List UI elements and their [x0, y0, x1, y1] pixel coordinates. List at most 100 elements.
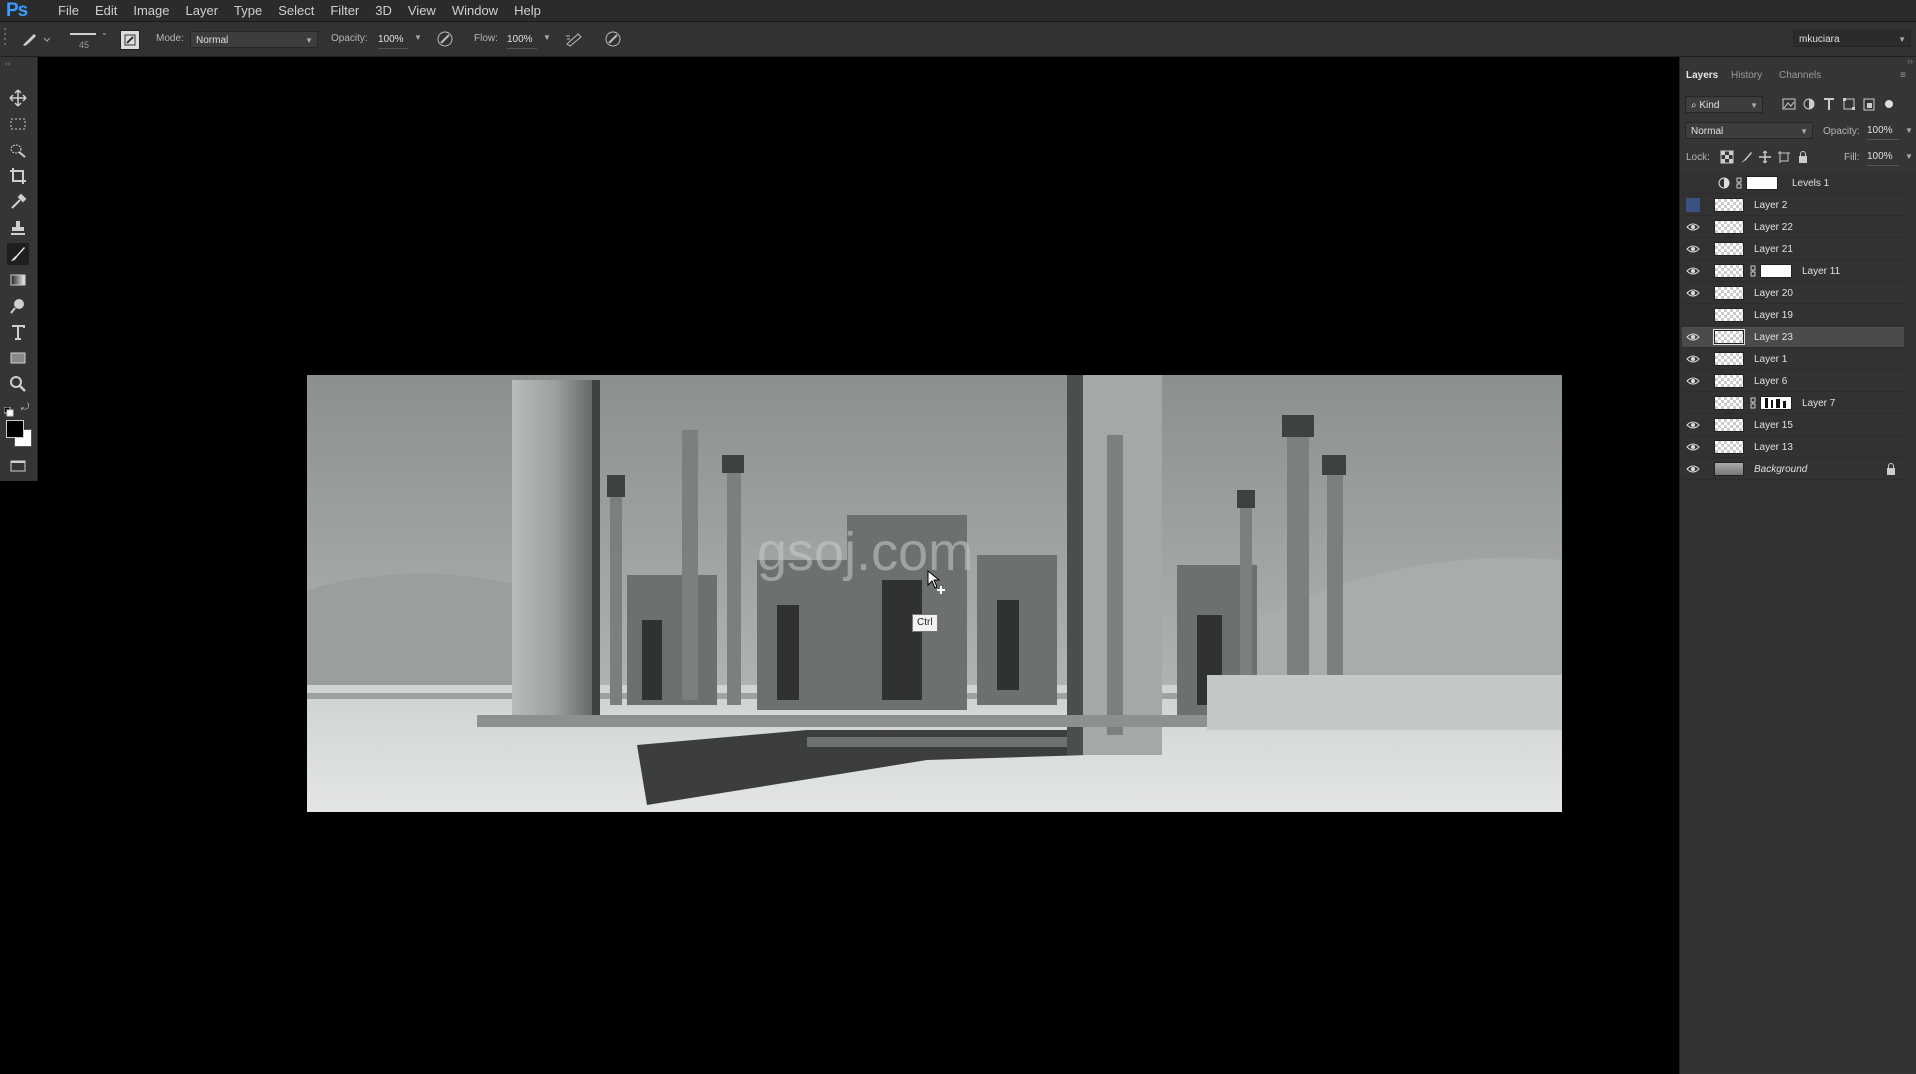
lock-position-icon[interactable]	[1758, 150, 1772, 164]
menu-window[interactable]: Window	[444, 0, 506, 21]
menu-select[interactable]: Select	[270, 0, 322, 21]
chevron-down-icon[interactable]: ▼	[1905, 152, 1913, 161]
layer-row[interactable]: Layer 21	[1682, 239, 1904, 260]
link-icon[interactable]	[1734, 177, 1744, 189]
layer-thumbnail[interactable]	[1713, 329, 1745, 345]
tab-channels[interactable]: Channels	[1779, 70, 1821, 81]
layer-thumbnail[interactable]	[1714, 198, 1744, 212]
eye-icon[interactable]	[1686, 419, 1700, 431]
layer-thumbnail[interactable]	[1714, 220, 1744, 234]
layer-row[interactable]: Levels 1	[1682, 173, 1904, 194]
eye-icon[interactable]	[1686, 463, 1700, 475]
type-tool[interactable]	[7, 321, 29, 343]
shape-tool[interactable]	[7, 347, 29, 369]
layer-thumbnail[interactable]	[1714, 352, 1744, 366]
pressure-size-toggle[interactable]	[604, 30, 622, 51]
visibility-toggle-off[interactable]	[1686, 308, 1700, 322]
workspace-switcher[interactable]: mkuciara ▼	[1793, 30, 1911, 47]
menu-type[interactable]: Type	[226, 0, 270, 21]
canvas-area[interactable]: gsoj.com	[38, 57, 1678, 1074]
fill-input[interactable]: 100%	[1867, 148, 1899, 166]
zoom-tool[interactable]	[7, 373, 29, 395]
tab-layers[interactable]: Layers	[1686, 70, 1718, 81]
layer-row[interactable]: Layer 7	[1682, 393, 1904, 414]
type-filter-icon[interactable]	[1822, 97, 1836, 111]
layer-row[interactable]: Background	[1682, 459, 1904, 480]
flow-dropdown-icon[interactable]: ▼	[543, 33, 551, 42]
adjustment-filter-icon[interactable]	[1802, 97, 1816, 111]
layer-row[interactable]: Layer 15	[1682, 415, 1904, 436]
chevron-down-icon[interactable]: ▼	[1905, 126, 1913, 135]
lock-pixels-icon[interactable]	[1739, 150, 1753, 164]
layer-thumbnail[interactable]	[1714, 440, 1744, 454]
layer-row[interactable]: Layer 11	[1682, 261, 1904, 282]
swap-colors-icon[interactable]: ⤾	[21, 402, 29, 413]
menu-edit[interactable]: Edit	[87, 0, 125, 21]
brush-panel-toggle[interactable]	[120, 30, 140, 50]
menu-layer[interactable]: Layer	[178, 0, 227, 21]
layer-row[interactable]: Layer 22	[1682, 217, 1904, 238]
brush-tool[interactable]	[7, 243, 29, 265]
eye-icon[interactable]	[1686, 331, 1700, 343]
pixel-filter-icon[interactable]	[1782, 97, 1796, 111]
link-icon[interactable]	[1748, 265, 1758, 277]
layer-thumbnail[interactable]	[1714, 418, 1744, 432]
airbrush-toggle[interactable]	[564, 30, 584, 51]
layer-thumbnail[interactable]	[1714, 242, 1744, 256]
dodge-tool[interactable]	[7, 295, 29, 317]
menu-3d[interactable]: 3D	[367, 0, 400, 21]
panel-menu-icon[interactable]: ≡	[1900, 70, 1906, 81]
layer-thumbnail[interactable]	[1714, 462, 1744, 476]
link-icon[interactable]	[1748, 397, 1758, 409]
filter-kind-select[interactable]: ⌕ Kind ▼	[1685, 96, 1763, 113]
lock-transparency-icon[interactable]	[1720, 150, 1734, 164]
visibility-toggle-off[interactable]	[1686, 176, 1700, 190]
eye-icon[interactable]	[1686, 221, 1700, 233]
eye-icon[interactable]	[1686, 287, 1700, 299]
eye-icon[interactable]	[1686, 375, 1700, 387]
layer-row[interactable]: Layer 13	[1682, 437, 1904, 458]
gradient-tool[interactable]	[7, 269, 29, 291]
layer-row-selected[interactable]: Layer 23	[1682, 327, 1904, 348]
eye-icon[interactable]	[1686, 353, 1700, 365]
shape-filter-icon[interactable]	[1842, 97, 1856, 111]
crop-tool[interactable]	[7, 165, 29, 187]
mode-select[interactable]: Normal ▼	[190, 31, 318, 48]
pressure-opacity-toggle[interactable]	[436, 30, 454, 51]
eyedropper-tool[interactable]	[7, 191, 29, 213]
layer-mask-thumbnail[interactable]	[1760, 396, 1792, 410]
eye-icon[interactable]	[1686, 243, 1700, 255]
screen-mode-button[interactable]	[7, 455, 29, 477]
layer-row[interactable]: Layer 2	[1682, 195, 1904, 216]
move-tool[interactable]	[7, 87, 29, 109]
menu-filter[interactable]: Filter	[322, 0, 367, 21]
collapse-dock-icon[interactable]: ››	[1907, 56, 1913, 66]
tab-history[interactable]: History	[1731, 70, 1762, 81]
menu-view[interactable]: View	[400, 0, 444, 21]
opacity-dropdown-icon[interactable]: ▼	[414, 33, 422, 42]
layer-row[interactable]: Layer 20	[1682, 283, 1904, 304]
layer-thumbnail[interactable]	[1714, 396, 1744, 410]
layer-opacity-input[interactable]: 100%	[1867, 122, 1899, 140]
eye-icon[interactable]	[1686, 441, 1700, 453]
opacity-input[interactable]: 100%	[378, 31, 408, 49]
foreground-color-swatch[interactable]	[6, 420, 24, 438]
menu-image[interactable]: Image	[125, 0, 177, 21]
layer-mask-thumbnail[interactable]	[1760, 264, 1792, 278]
visibility-toggle-off[interactable]	[1686, 396, 1700, 410]
visibility-toggle-off[interactable]	[1686, 198, 1700, 212]
quick-selection-tool[interactable]	[7, 139, 29, 161]
menu-help[interactable]: Help	[506, 0, 549, 21]
layer-row[interactable]: Layer 1	[1682, 349, 1904, 370]
lock-all-icon[interactable]	[1796, 150, 1810, 164]
layer-thumbnail[interactable]	[1714, 308, 1744, 322]
filter-toggle-icon[interactable]	[1885, 100, 1893, 108]
layer-thumbnail[interactable]	[1714, 264, 1744, 278]
collapse-panel-icon[interactable]: ››	[5, 59, 10, 68]
layer-thumbnail[interactable]	[1714, 286, 1744, 300]
brush-size-picker[interactable]: 45 ⌄	[65, 26, 110, 52]
clone-stamp-tool[interactable]	[7, 217, 29, 239]
layer-mask-thumbnail[interactable]	[1746, 176, 1778, 190]
blend-mode-select[interactable]: Normal ▼	[1685, 122, 1813, 139]
layer-thumbnail[interactable]	[1714, 374, 1744, 388]
